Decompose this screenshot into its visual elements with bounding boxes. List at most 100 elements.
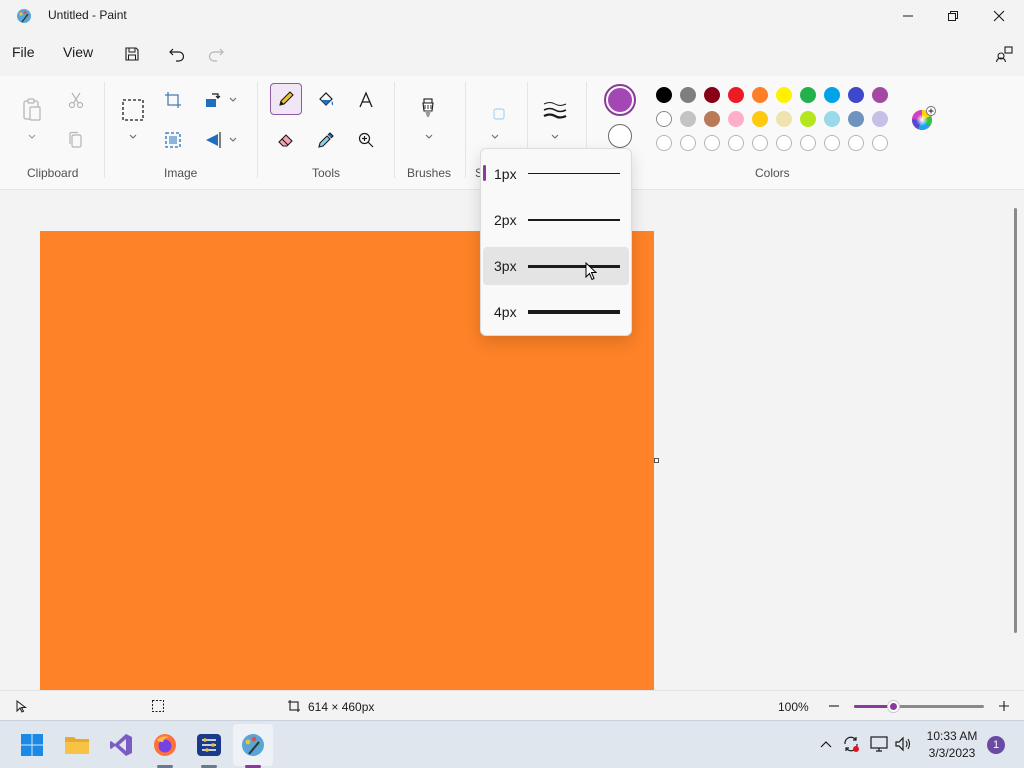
- primary-color[interactable]: [604, 84, 636, 116]
- chevron-down-icon[interactable]: [490, 132, 500, 142]
- color-swatch[interactable]: [824, 111, 840, 127]
- start-button[interactable]: [18, 731, 46, 759]
- redo-icon: [208, 48, 224, 62]
- divider: [104, 82, 105, 178]
- color-swatch[interactable]: [872, 135, 888, 151]
- restore-button[interactable]: [930, 0, 976, 32]
- canvas-resize-handle[interactable]: [654, 458, 659, 463]
- firefox-button[interactable]: [151, 731, 179, 759]
- share-button[interactable]: [992, 42, 1016, 66]
- volume-icon[interactable]: [894, 736, 912, 752]
- paint-button[interactable]: [239, 731, 267, 759]
- size-option-4px[interactable]: 4px: [483, 293, 629, 331]
- close-button[interactable]: [976, 0, 1022, 32]
- color-swatch[interactable]: [800, 111, 816, 127]
- selection-rectangle-icon: [122, 99, 144, 121]
- file-explorer-button[interactable]: [63, 731, 91, 759]
- size-option-2px[interactable]: 2px: [483, 201, 629, 239]
- color-swatch[interactable]: [656, 87, 672, 103]
- secondary-color[interactable]: [608, 124, 632, 148]
- color-swatch[interactable]: [848, 87, 864, 103]
- file-menu[interactable]: File: [12, 44, 35, 60]
- copy-button[interactable]: [60, 124, 92, 156]
- color-picker-tool[interactable]: [310, 124, 342, 156]
- terminal-app-button[interactable]: [195, 731, 223, 759]
- divider: [465, 82, 466, 178]
- color-swatch[interactable]: [776, 135, 792, 151]
- chevron-down-icon[interactable]: [228, 95, 238, 105]
- select-button[interactable]: [117, 94, 149, 126]
- network-icon[interactable]: [870, 736, 888, 752]
- chevron-down-icon[interactable]: [550, 132, 560, 142]
- size-option-3px[interactable]: 3px: [483, 247, 629, 285]
- shapes-icon: [493, 108, 505, 120]
- status-bar: 614 × 460px 100%: [0, 690, 1024, 720]
- color-swatch[interactable]: [752, 87, 768, 103]
- chevron-down-icon[interactable]: [27, 132, 37, 142]
- zoom-slider-thumb[interactable]: [888, 701, 899, 712]
- size-option-1px[interactable]: 1px: [483, 155, 629, 193]
- flip-button[interactable]: [197, 124, 229, 156]
- pencil-tool[interactable]: [270, 83, 302, 115]
- color-swatch[interactable]: [848, 111, 864, 127]
- size-button[interactable]: [539, 94, 571, 126]
- color-swatch[interactable]: [752, 135, 768, 151]
- color-swatch[interactable]: [824, 87, 840, 103]
- color-swatch[interactable]: [800, 135, 816, 151]
- tools-group-label: Tools: [312, 166, 341, 180]
- eraser-tool[interactable]: [270, 124, 302, 156]
- vertical-scrollbar[interactable]: [1014, 208, 1017, 633]
- color-swatch[interactable]: [848, 135, 864, 151]
- save-button[interactable]: [120, 42, 144, 66]
- color-swatch[interactable]: [728, 87, 744, 103]
- chevron-down-icon[interactable]: [228, 135, 238, 145]
- clock-date[interactable]: 3/3/2023: [924, 746, 980, 760]
- undo-button[interactable]: [165, 42, 189, 66]
- color-swatch[interactable]: [728, 111, 744, 127]
- cut-button[interactable]: [60, 84, 92, 116]
- divider: [394, 82, 395, 178]
- zoom-out-icon[interactable]: [827, 699, 841, 713]
- view-menu[interactable]: View: [63, 44, 93, 60]
- color-swatch[interactable]: [728, 135, 744, 151]
- paste-button[interactable]: [16, 94, 48, 126]
- brushes-button[interactable]: [412, 94, 444, 126]
- color-swatch[interactable]: [872, 87, 888, 103]
- redo-button[interactable]: [204, 42, 228, 66]
- resize-button[interactable]: [157, 124, 189, 156]
- color-swatch[interactable]: [776, 87, 792, 103]
- color-swatch[interactable]: [800, 87, 816, 103]
- color-swatch[interactable]: [752, 111, 768, 127]
- color-swatch[interactable]: [656, 135, 672, 151]
- sync-icon[interactable]: [842, 735, 860, 753]
- start-icon: [21, 734, 43, 756]
- color-swatch[interactable]: [704, 135, 720, 151]
- zoom-percentage[interactable]: 100%: [778, 700, 809, 714]
- fill-tool[interactable]: [310, 84, 342, 116]
- minimize-button[interactable]: [885, 0, 931, 32]
- color-swatch[interactable]: [824, 135, 840, 151]
- shapes-button[interactable]: [483, 98, 515, 130]
- rotate-button[interactable]: [197, 84, 229, 116]
- terminal-app-icon: [197, 734, 221, 756]
- clock-time[interactable]: 10:33 AM: [924, 729, 980, 743]
- notification-badge[interactable]: 1: [987, 736, 1005, 754]
- zoom-slider[interactable]: [854, 701, 984, 712]
- color-swatch[interactable]: [776, 111, 792, 127]
- color-swatch[interactable]: [872, 111, 888, 127]
- crop-button[interactable]: [157, 84, 189, 116]
- magnifier-tool[interactable]: [350, 124, 382, 156]
- chevron-down-icon[interactable]: [128, 132, 138, 142]
- color-swatch[interactable]: [704, 111, 720, 127]
- visual-studio-button[interactable]: [107, 731, 135, 759]
- color-swatch[interactable]: [680, 111, 696, 127]
- text-tool[interactable]: [350, 84, 382, 116]
- color-swatch[interactable]: [680, 135, 696, 151]
- chevron-up-icon[interactable]: [820, 739, 832, 749]
- color-swatch[interactable]: [656, 111, 672, 127]
- chevron-down-icon[interactable]: [424, 132, 434, 142]
- edit-colors-button[interactable]: [910, 106, 936, 132]
- color-swatch[interactable]: [704, 87, 720, 103]
- color-swatch[interactable]: [680, 87, 696, 103]
- zoom-in-icon[interactable]: [997, 699, 1011, 713]
